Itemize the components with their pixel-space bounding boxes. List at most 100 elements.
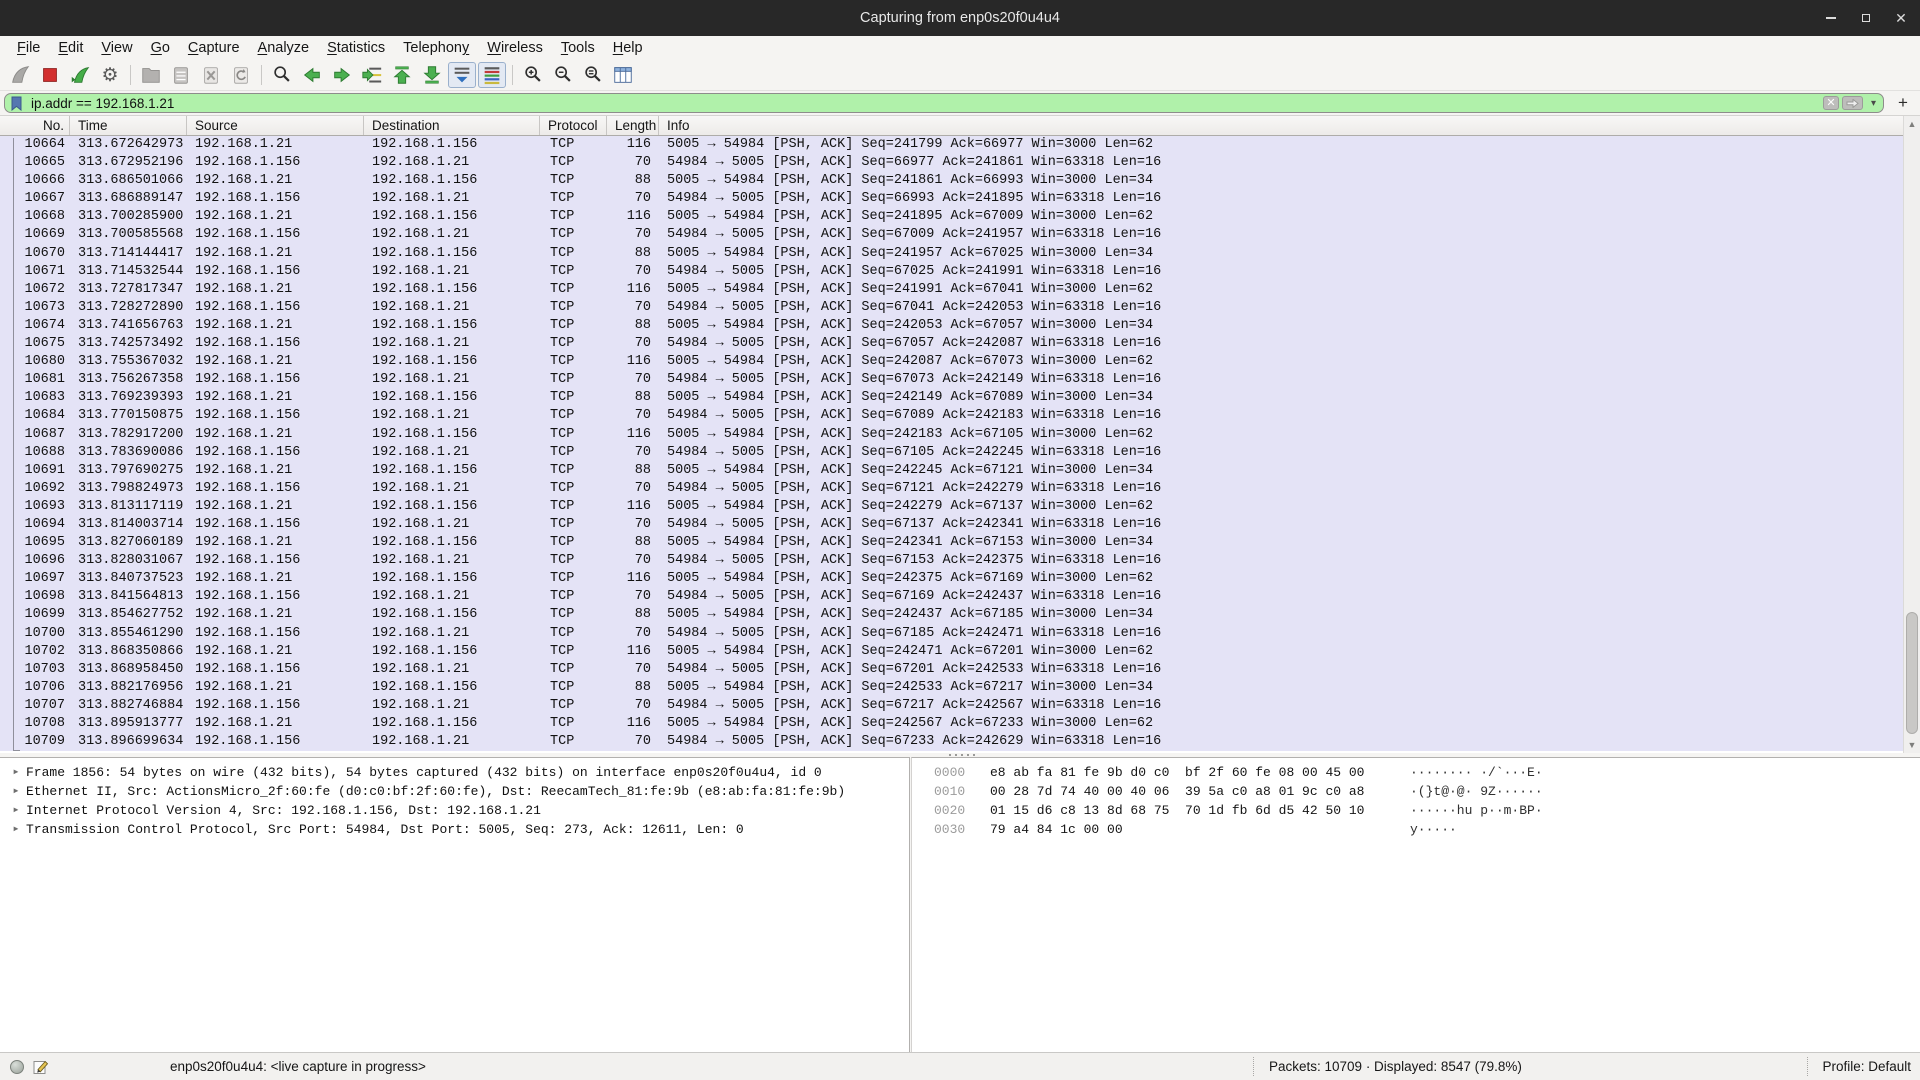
- menu-item[interactable]: Statistics: [318, 40, 394, 56]
- packet-row[interactable]: 10695 313.827060189 192.168.1.21 192.168…: [0, 534, 1903, 552]
- reload-button[interactable]: [227, 62, 255, 88]
- column-header-destination[interactable]: Destination: [364, 116, 540, 135]
- packet-row[interactable]: 10669 313.700585568 192.168.1.156 192.16…: [0, 226, 1903, 244]
- packet-row[interactable]: 10702 313.868350866 192.168.1.21 192.168…: [0, 643, 1903, 661]
- packet-row[interactable]: 10691 313.797690275 192.168.1.21 192.168…: [0, 462, 1903, 480]
- expert-info-icon[interactable]: [10, 1060, 24, 1074]
- column-header-time[interactable]: Time: [70, 116, 187, 135]
- menu-item[interactable]: Help: [604, 40, 652, 56]
- packet-row[interactable]: 10675 313.742573492 192.168.1.156 192.16…: [0, 335, 1903, 353]
- column-header-source[interactable]: Source: [187, 116, 364, 135]
- column-header-no[interactable]: No.: [0, 116, 70, 135]
- menu-item[interactable]: Edit: [49, 40, 92, 56]
- menu-item[interactable]: View: [92, 40, 141, 56]
- packet-row[interactable]: 10688 313.783690086 192.168.1.156 192.16…: [0, 444, 1903, 462]
- detail-line[interactable]: ▸ Ethernet II, Src: ActionsMicro_2f:60:f…: [6, 782, 909, 801]
- menu-item[interactable]: Telephony: [394, 40, 478, 56]
- packet-row[interactable]: 10671 313.714532544 192.168.1.156 192.16…: [0, 263, 1903, 281]
- go-back-button[interactable]: [298, 62, 326, 88]
- filter-clear-button[interactable]: ✕: [1823, 96, 1839, 110]
- close-button[interactable]: ✕: [1892, 9, 1910, 27]
- go-forward-button[interactable]: [328, 62, 356, 88]
- capture-options-button[interactable]: ⚙: [96, 62, 124, 88]
- go-to-bottom-button[interactable]: [418, 62, 446, 88]
- expander-arrow-icon[interactable]: ▸: [6, 820, 26, 839]
- zoom-original-button[interactable]: [579, 62, 607, 88]
- column-header-info[interactable]: Info: [659, 116, 1903, 135]
- column-header-length[interactable]: Length: [607, 116, 659, 135]
- packet-row[interactable]: 10699 313.854627752 192.168.1.21 192.168…: [0, 606, 1903, 624]
- expander-arrow-icon[interactable]: ▸: [6, 763, 26, 782]
- packet-row[interactable]: 10673 313.728272890 192.168.1.156 192.16…: [0, 299, 1903, 317]
- packet-row[interactable]: 10666 313.686501066 192.168.1.21 192.168…: [0, 172, 1903, 190]
- packet-row[interactable]: 10696 313.828031067 192.168.1.156 192.16…: [0, 552, 1903, 570]
- bookmark-icon[interactable]: [10, 96, 23, 116]
- packet-row[interactable]: 10709 313.896699634 192.168.1.156 192.16…: [0, 733, 1903, 751]
- go-to-top-button[interactable]: [388, 62, 416, 88]
- packet-row[interactable]: 10692 313.798824973 192.168.1.156 192.16…: [0, 480, 1903, 498]
- packet-row[interactable]: 10680 313.755367032 192.168.1.21 192.168…: [0, 353, 1903, 371]
- packet-row[interactable]: 10703 313.868958450 192.168.1.156 192.16…: [0, 661, 1903, 679]
- packet-row[interactable]: 10698 313.841564813 192.168.1.156 192.16…: [0, 588, 1903, 606]
- packet-row[interactable]: 10668 313.700285900 192.168.1.21 192.168…: [0, 208, 1903, 226]
- packet-row[interactable]: 10667 313.686889147 192.168.1.156 192.16…: [0, 190, 1903, 208]
- menu-item[interactable]: Go: [142, 40, 179, 56]
- column-header-protocol[interactable]: Protocol: [540, 116, 607, 135]
- hex-line[interactable]: 0000e8 ab fa 81 fe 9b d0 c0 bf 2f 60 fe …: [934, 763, 1920, 782]
- packet-row[interactable]: 10681 313.756267358 192.168.1.156 192.16…: [0, 371, 1903, 389]
- start-capture-button[interactable]: [6, 62, 34, 88]
- packet-row[interactable]: 10707 313.882746884 192.168.1.156 192.16…: [0, 697, 1903, 715]
- filter-add-button[interactable]: +: [1892, 92, 1914, 114]
- detail-line[interactable]: ▸ Transmission Control Protocol, Src Por…: [6, 820, 909, 839]
- packet-row[interactable]: 10706 313.882176956 192.168.1.21 192.168…: [0, 679, 1903, 697]
- packet-row[interactable]: 10708 313.895913777 192.168.1.21 192.168…: [0, 715, 1903, 733]
- packet-row[interactable]: 10697 313.840737523 192.168.1.21 192.168…: [0, 570, 1903, 588]
- scroll-up-arrow[interactable]: ▲: [1904, 116, 1920, 132]
- hex-line[interactable]: 001000 28 7d 74 40 00 40 06 39 5a c0 a8 …: [934, 782, 1920, 801]
- packet-row[interactable]: 10683 313.769239393 192.168.1.21 192.168…: [0, 389, 1903, 407]
- find-packet-button[interactable]: [268, 62, 296, 88]
- packet-row[interactable]: 10693 313.813117119 192.168.1.21 192.168…: [0, 498, 1903, 516]
- packet-row[interactable]: 10700 313.855461290 192.168.1.156 192.16…: [0, 625, 1903, 643]
- expander-arrow-icon[interactable]: ▸: [6, 801, 26, 820]
- packet-row[interactable]: 10670 313.714144417 192.168.1.21 192.168…: [0, 245, 1903, 263]
- resize-columns-button[interactable]: [609, 62, 637, 88]
- packet-row[interactable]: 10674 313.741656763 192.168.1.21 192.168…: [0, 317, 1903, 335]
- auto-scroll-button[interactable]: [448, 62, 476, 88]
- go-to-packet-button[interactable]: [358, 62, 386, 88]
- expander-arrow-icon[interactable]: ▸: [6, 782, 26, 801]
- stop-capture-button[interactable]: [36, 62, 64, 88]
- hex-line[interactable]: 003079 a4 84 1c 00 00y·····: [934, 820, 1920, 839]
- menu-item[interactable]: Capture: [179, 40, 249, 56]
- packet-list-scrollbar[interactable]: ▲ ▼: [1903, 116, 1920, 753]
- profile-text[interactable]: Profile: Default: [1822, 1053, 1911, 1080]
- open-file-button[interactable]: [137, 62, 165, 88]
- menu-item[interactable]: Analyze: [249, 40, 319, 56]
- capture-comment-icon[interactable]: [33, 1059, 49, 1078]
- detail-line[interactable]: ▸ Frame 1856: 54 bytes on wire (432 bits…: [6, 763, 909, 782]
- maximize-button[interactable]: [1857, 9, 1875, 27]
- menu-item[interactable]: File: [8, 40, 49, 56]
- packet-row[interactable]: 10664 313.672642973 192.168.1.21 192.168…: [0, 136, 1903, 154]
- display-filter-field[interactable]: ✕ ▾: [4, 93, 1884, 113]
- display-filter-input[interactable]: [31, 94, 1501, 112]
- close-file-button[interactable]: [197, 62, 225, 88]
- scrollbar-thumb[interactable]: [1906, 612, 1918, 734]
- packet-row[interactable]: 10672 313.727817347 192.168.1.21 192.168…: [0, 281, 1903, 299]
- minimize-button[interactable]: [1822, 9, 1840, 27]
- scroll-down-arrow[interactable]: ▼: [1904, 737, 1920, 753]
- packet-row[interactable]: 10694 313.814003714 192.168.1.156 192.16…: [0, 516, 1903, 534]
- pane-splitter-handle[interactable]: [947, 754, 977, 756]
- menu-item[interactable]: Wireless: [478, 40, 552, 56]
- zoom-in-button[interactable]: [519, 62, 547, 88]
- colorize-button[interactable]: [478, 62, 506, 88]
- hex-line[interactable]: 002001 15 d6 c8 13 8d 68 75 70 1d fb 6d …: [934, 801, 1920, 820]
- packet-row[interactable]: 10684 313.770150875 192.168.1.156 192.16…: [0, 407, 1903, 425]
- packet-row[interactable]: 10665 313.672952196 192.168.1.156 192.16…: [0, 154, 1903, 172]
- filter-apply-button[interactable]: [1842, 96, 1863, 110]
- filter-dropdown-caret[interactable]: ▾: [1871, 98, 1876, 109]
- detail-line[interactable]: ▸ Internet Protocol Version 4, Src: 192.…: [6, 801, 909, 820]
- restart-capture-button[interactable]: [66, 62, 94, 88]
- save-file-button[interactable]: [167, 62, 195, 88]
- packet-row[interactable]: 10687 313.782917200 192.168.1.21 192.168…: [0, 426, 1903, 444]
